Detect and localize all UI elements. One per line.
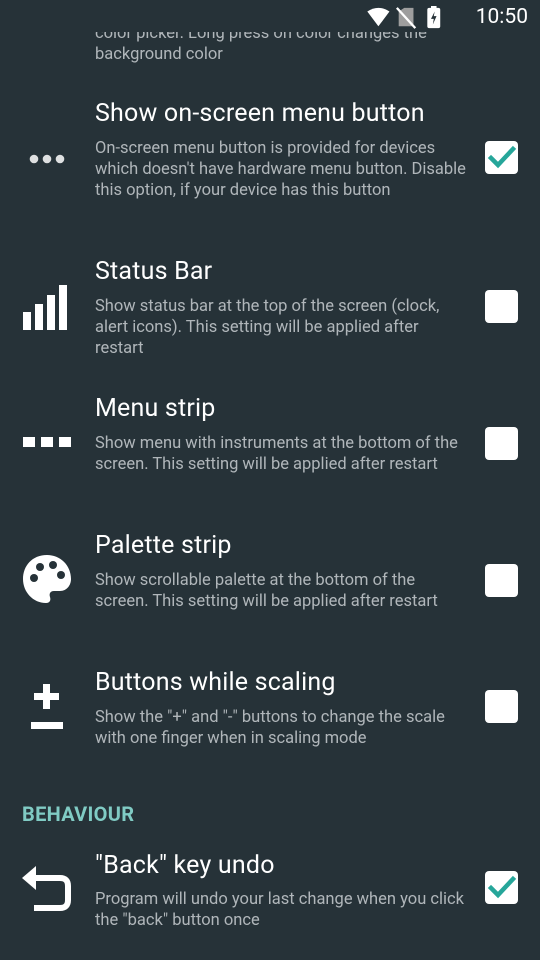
no-sim-icon: [395, 7, 417, 29]
setting-description: Show the "+" and "-" buttons to change t…: [95, 708, 445, 748]
section-header-behaviour: BEHAVIOUR: [22, 802, 135, 826]
setting-row-buttons-while-scaling[interactable]: Buttons while scaling Show the "+" and "…: [0, 663, 540, 763]
checkbox-unchecked[interactable]: [485, 290, 518, 323]
checkbox-unchecked[interactable]: [485, 427, 518, 460]
checkbox-unchecked[interactable]: [485, 690, 518, 723]
setting-title: Show on-screen menu button: [95, 99, 425, 128]
palette-icon: [23, 555, 71, 603]
setting-description: On-screen menu button is provided for de…: [95, 139, 466, 200]
setting-row-status-bar[interactable]: Status Bar Show status bar at the top of…: [0, 252, 540, 367]
checkbox-checked[interactable]: [485, 871, 518, 904]
setting-row-onscreen-menu[interactable]: Show on-screen menu button On-screen men…: [0, 92, 540, 232]
setting-title: Palette strip: [95, 531, 232, 560]
checkbox-unchecked[interactable]: [485, 564, 518, 597]
setting-title: "Back" key undo: [95, 851, 275, 880]
status-icons: [367, 6, 441, 29]
setting-title: Buttons while scaling: [95, 668, 336, 697]
setting-row-back-key-undo[interactable]: "Back" key undo Program will undo your l…: [0, 846, 540, 946]
setting-description: Program will undo your last change when …: [95, 890, 465, 930]
setting-title: Menu strip: [95, 394, 216, 423]
battery-icon: [427, 6, 441, 29]
menu-strip-icon: [23, 437, 71, 447]
wifi-icon: [367, 7, 390, 27]
checkbox-checked[interactable]: [485, 141, 518, 174]
status-bar: 10:50: [0, 0, 540, 36]
setting-title: Status Bar: [95, 257, 213, 286]
setting-description: Show menu with instruments at the bottom…: [95, 434, 458, 474]
setting-description: Show status bar at the top of the screen…: [95, 297, 440, 358]
more-horizontal-icon: [29, 154, 65, 164]
setting-description: Show scrollable palette at the bottom of…: [95, 571, 438, 611]
plus-minus-icon: [31, 684, 63, 729]
undo-icon: [22, 866, 71, 911]
status-time: 10:50: [475, 5, 528, 29]
setting-row-palette-strip[interactable]: Palette strip Show scrollable palette at…: [0, 526, 540, 641]
check-icon: [487, 145, 517, 169]
check-icon: [487, 875, 517, 899]
signal-bars-icon: [23, 285, 67, 330]
setting-row-menu-strip[interactable]: Menu strip Show menu with instruments at…: [0, 389, 540, 504]
